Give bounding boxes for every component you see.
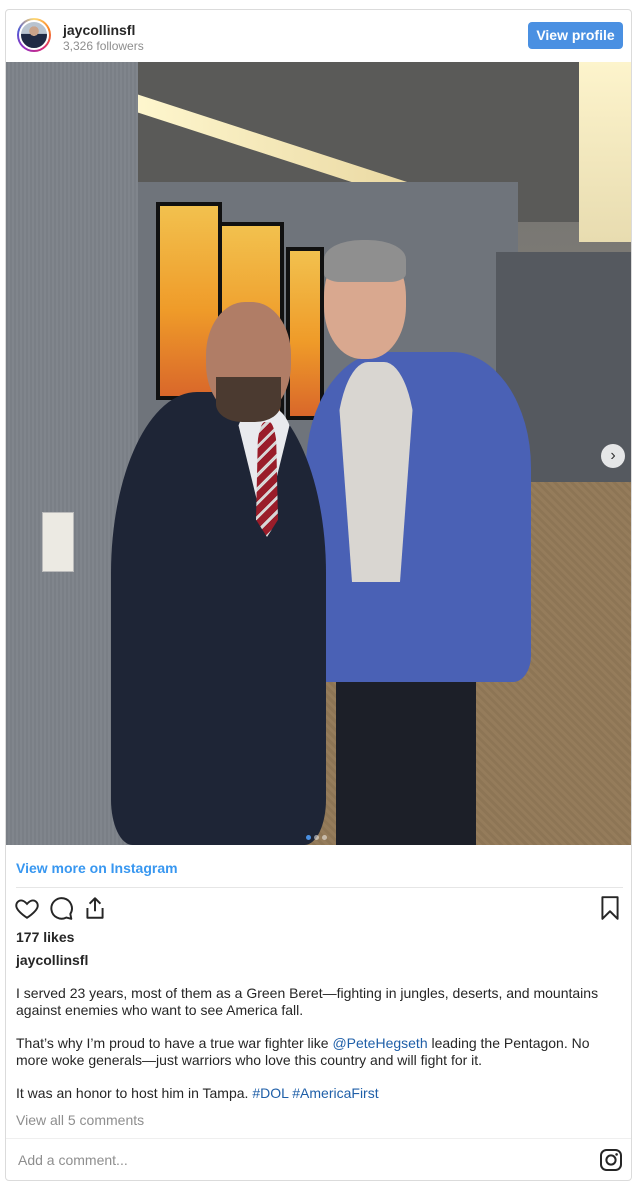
- carousel-dot: [314, 835, 319, 840]
- view-more-link[interactable]: View more on Instagram: [16, 860, 178, 876]
- instagram-embed-card: jaycollinsfl 3,326 followers View profil…: [5, 9, 632, 1181]
- person-right-hair: [324, 240, 406, 282]
- comment-input[interactable]: [16, 1151, 520, 1169]
- heart-icon[interactable]: [14, 895, 40, 921]
- caption-author[interactable]: jaycollinsfl: [16, 952, 88, 968]
- avatar[interactable]: [17, 18, 51, 52]
- instagram-logo-icon[interactable]: [599, 1148, 623, 1172]
- comment-icon[interactable]: [48, 895, 74, 921]
- person-left-suit: [111, 392, 326, 845]
- view-comments-link[interactable]: View all 5 comments: [16, 1112, 144, 1128]
- painting-3: [286, 247, 324, 420]
- post-header: jaycollinsfl 3,326 followers View profil…: [6, 10, 631, 62]
- caption-text: That’s why I’m proud to have a true war …: [16, 1035, 333, 1051]
- hashtag-link[interactable]: #AmericaFirst: [292, 1085, 378, 1101]
- carousel-dot: [322, 835, 327, 840]
- carousel-dot: [306, 835, 311, 840]
- person-left-beard: [216, 377, 281, 422]
- carousel-dots: [306, 827, 330, 840]
- comment-bar: [6, 1138, 631, 1180]
- caption-paragraph-3: It was an honor to host him in Tampa. #D…: [16, 1085, 621, 1102]
- follower-count: 3,326 followers: [63, 39, 144, 53]
- action-bar: [6, 895, 631, 925]
- person-right-jacket: [306, 352, 531, 682]
- caption-text: It was an honor to host him in Tampa.: [16, 1085, 253, 1101]
- person-left-tie: [256, 422, 278, 537]
- view-profile-button[interactable]: View profile: [528, 22, 623, 49]
- photo-right-light: [579, 62, 631, 242]
- divider: [16, 887, 623, 888]
- post-photo[interactable]: ›: [6, 62, 631, 845]
- post-caption: I served 23 years, most of them as a Gre…: [16, 985, 621, 1102]
- header-username[interactable]: jaycollinsfl: [63, 22, 135, 38]
- carousel-next-button[interactable]: ›: [601, 444, 625, 468]
- bookmark-icon[interactable]: [597, 895, 623, 921]
- share-icon[interactable]: [82, 895, 108, 921]
- caption-paragraph-2: That’s why I’m proud to have a true war …: [16, 1035, 621, 1069]
- light-switch: [42, 512, 74, 572]
- avatar-image: [19, 20, 49, 50]
- like-count[interactable]: 177 likes: [16, 929, 74, 945]
- mention-link[interactable]: @PeteHegseth: [332, 1035, 427, 1051]
- caption-paragraph-1: I served 23 years, most of them as a Gre…: [16, 985, 599, 1018]
- hashtag-link[interactable]: #DOL: [252, 1085, 288, 1101]
